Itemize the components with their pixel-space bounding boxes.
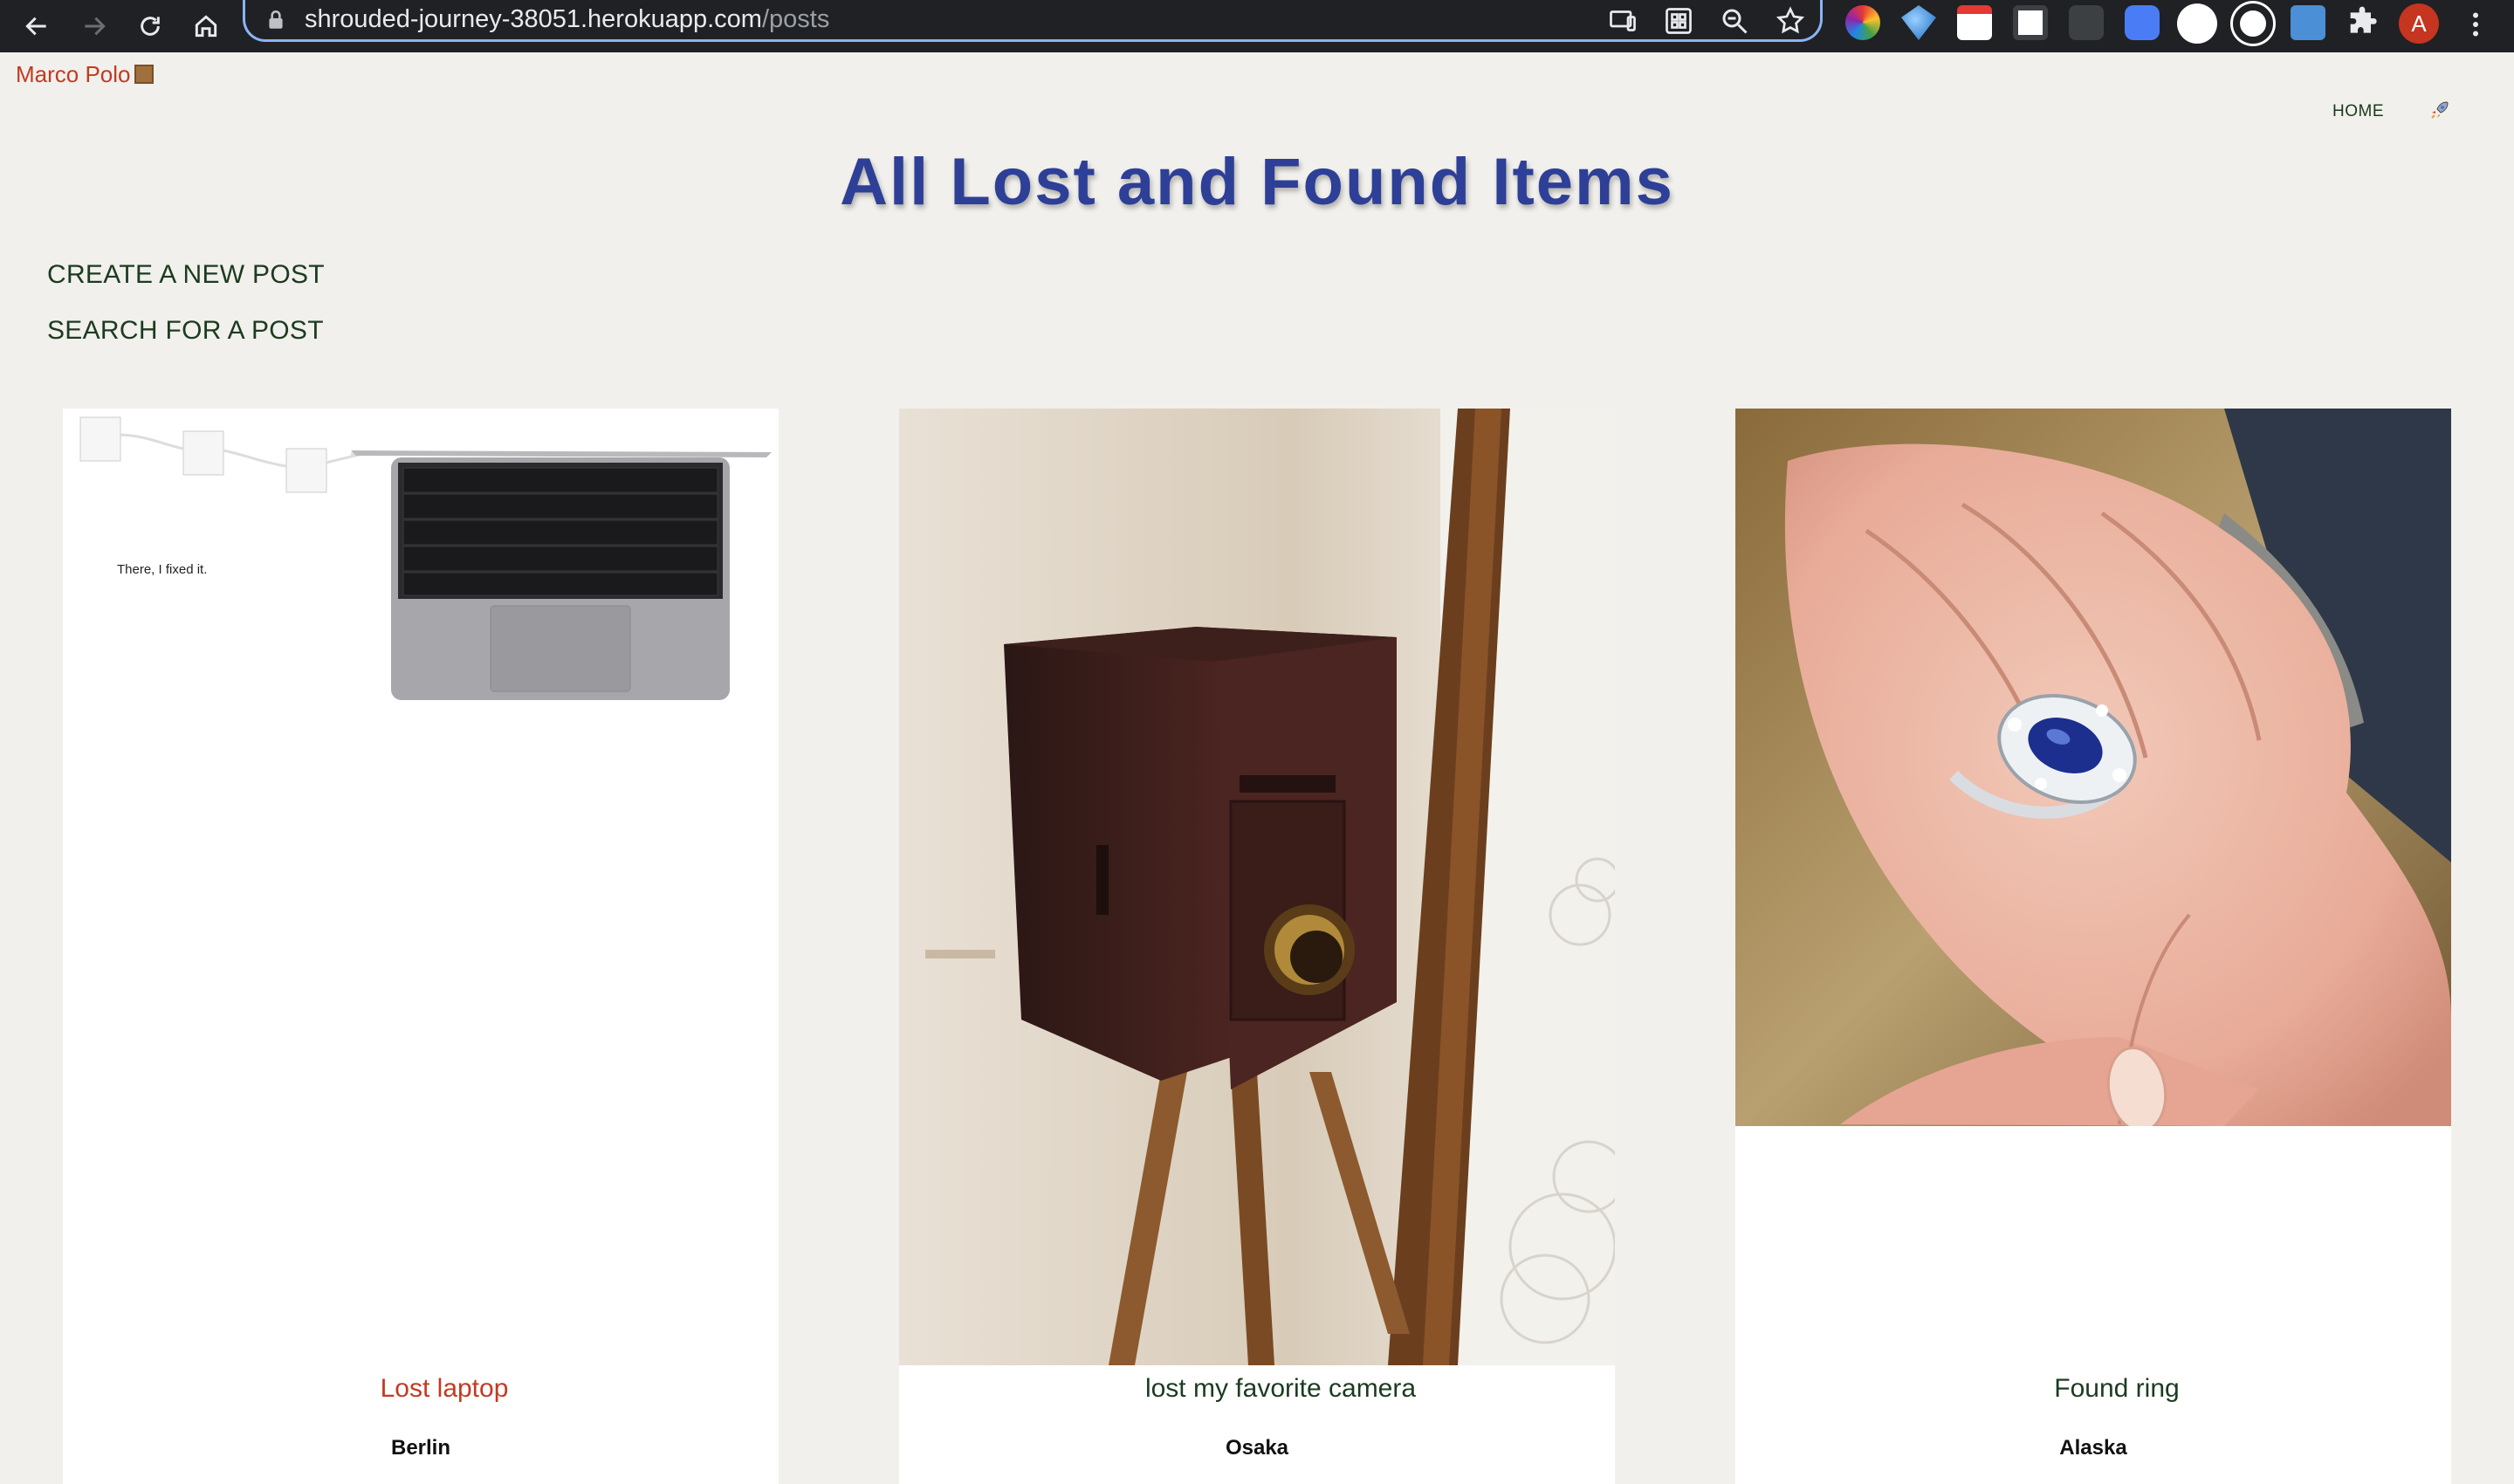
search-post-link[interactable]: SEARCH FOR A POST <box>47 316 324 346</box>
home-icon[interactable] <box>183 3 229 49</box>
bookmark-star-icon[interactable] <box>1775 5 1806 37</box>
more-menu-icon[interactable] <box>2460 5 2491 44</box>
post-card-camera[interactable] <box>899 409 1615 1484</box>
url-host: shrouded-journey-38051.herokuapp.com <box>305 5 762 33</box>
post-location: Berlin <box>390 1436 450 1460</box>
browser-toolbar: shrouded-journey-38051.herokuapp.com/pos… <box>0 0 2514 52</box>
zoom-video-extension-icon[interactable] <box>2125 5 2160 40</box>
extension-icon[interactable] <box>2069 5 2104 40</box>
code-extension-icon[interactable] <box>2291 5 2325 40</box>
camera-photo <box>899 409 1615 1365</box>
reload-icon[interactable] <box>127 3 173 49</box>
profile-avatar[interactable]: A <box>2399 3 2439 44</box>
zoom-icon[interactable] <box>1719 5 1750 37</box>
post-title[interactable]: lost my favorite camera <box>899 1374 1662 1404</box>
post-location: Alaska <box>2059 1436 2127 1460</box>
font-extension-icon[interactable] <box>2177 3 2217 44</box>
brand-link[interactable]: Marco Polo <box>16 61 154 88</box>
package-icon <box>134 65 154 84</box>
brand-name: Marco Polo <box>16 61 131 87</box>
forward-icon[interactable] <box>72 3 117 49</box>
url-path: /posts <box>761 5 830 33</box>
laptop-photo <box>63 409 779 705</box>
address-bar[interactable]: shrouded-journey-38051.herokuapp.com/pos… <box>243 0 1823 42</box>
cast-icon[interactable] <box>1607 5 1638 37</box>
post-card-laptop[interactable]: There, I fixed it. <box>63 409 779 1484</box>
post-location: Osaka <box>1225 1436 1289 1460</box>
gem-extension-icon[interactable] <box>1901 5 1936 40</box>
puzzle-extensions-icon[interactable] <box>2345 5 2380 40</box>
color-picker-extension-icon[interactable] <box>1845 5 1880 40</box>
post-title[interactable]: Lost laptop <box>63 1374 826 1404</box>
table-extension-icon[interactable] <box>2013 5 2048 40</box>
post-title[interactable]: Found ring <box>1735 1374 2498 1404</box>
url-text: shrouded-journey-38051.herokuapp.com/pos… <box>305 5 829 34</box>
ring-photo <box>1735 409 2451 1126</box>
calendar-extension-icon[interactable] <box>1957 5 1992 40</box>
lock-icon <box>269 10 283 29</box>
back-icon[interactable] <box>14 3 59 49</box>
nav-home-link[interactable]: HOME <box>2332 102 2384 121</box>
page-title: All Lost and Found Items <box>840 145 1674 219</box>
apps-grid-icon[interactable] <box>1663 5 1694 37</box>
rocket-icon[interactable] <box>2429 100 2450 120</box>
laptop-photo-caption: There, I fixed it. <box>117 562 208 577</box>
search-extension-icon[interactable] <box>2233 3 2273 44</box>
create-post-link[interactable]: CREATE A NEW POST <box>47 260 325 290</box>
post-card-ring[interactable] <box>1735 409 2451 1484</box>
